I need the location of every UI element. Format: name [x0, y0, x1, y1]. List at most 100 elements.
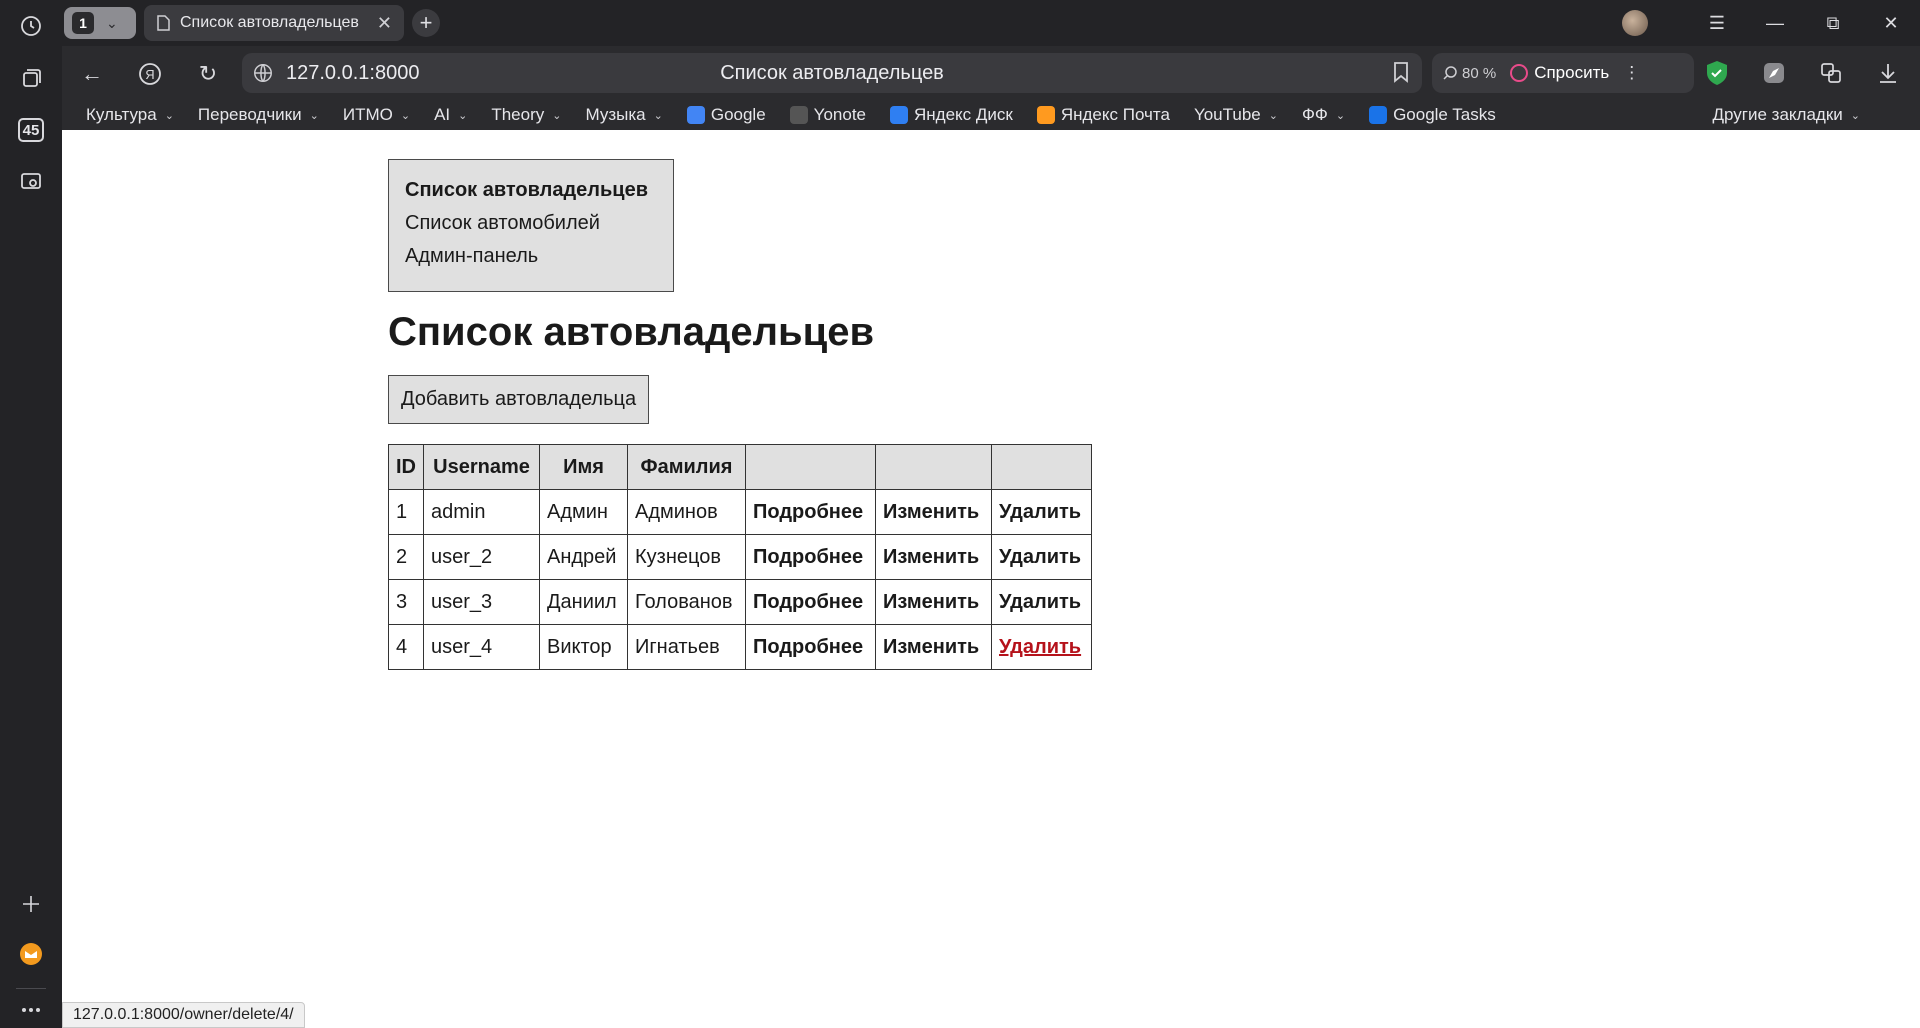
page-content: Список автовладельцев Список автомобилей… [388, 159, 1092, 670]
delete-link[interactable]: Удалить [999, 591, 1081, 613]
details-link[interactable]: Подробнее [753, 591, 863, 613]
bookmark-item[interactable]: Theory ⌄ [491, 105, 561, 125]
bookmark-item[interactable]: Яндекс Почта [1036, 105, 1170, 125]
edit-link[interactable]: Изменить [883, 546, 979, 568]
table-row: 4 user_4 Виктор Игнатьев Подробнее Измен… [388, 624, 1092, 670]
sidebar-divider [16, 988, 46, 989]
details-link[interactable]: Подробнее [753, 501, 863, 523]
cell-id: 3 [388, 579, 424, 625]
bookmark-icon[interactable] [1392, 61, 1410, 83]
delete-link[interactable]: Удалить [999, 501, 1081, 523]
chevron-down-icon: ⌄ [1850, 109, 1860, 122]
restore-icon[interactable]: ⧉ [1804, 13, 1862, 34]
cell-first-name: Даниил [539, 579, 628, 625]
shield-icon[interactable] [1702, 58, 1732, 88]
reload-icon[interactable]: ↻ [192, 58, 224, 90]
delete-link[interactable]: Удалить [999, 546, 1081, 568]
yandex-mail-icon [1036, 106, 1055, 124]
bookmark-label: ИТМО [342, 105, 393, 124]
column-header-edit [875, 444, 992, 490]
bookmark-item[interactable]: YouTube ⌄ [1194, 105, 1278, 125]
zoom-icon [1443, 66, 1457, 80]
tab-count: 1 [72, 12, 94, 34]
chevron-down-icon: ⌄ [106, 14, 118, 31]
column-header-details [745, 444, 876, 490]
chevron-down-icon: ⌄ [653, 109, 663, 122]
bookmark-item[interactable]: ИТМО ⌄ [343, 105, 410, 125]
url-text: 127.0.0.1:8000 [286, 61, 420, 84]
zoom-value: 80 % [1462, 64, 1497, 82]
bookmark-label: Yonote [813, 105, 866, 124]
edit-link[interactable]: Изменить [883, 636, 979, 658]
yandex-icon[interactable]: Я [134, 58, 166, 90]
translate-extension-icon[interactable] [1816, 58, 1846, 88]
bookmark-item[interactable]: ФФ ⌄ [1302, 105, 1345, 125]
google-tasks-icon [1369, 106, 1388, 124]
add-icon[interactable] [15, 888, 47, 920]
bookmark-item[interactable]: Google Tasks [1369, 105, 1496, 125]
bookmark-item[interactable]: Google [686, 105, 766, 125]
other-bookmarks[interactable]: Другие закладки ⌄ [1713, 105, 1860, 125]
cell-username: user_2 [423, 534, 540, 580]
edit-link[interactable]: Изменить [883, 591, 979, 613]
cell-username: user_4 [423, 624, 540, 670]
bookmark-label: Google [710, 105, 766, 124]
owners-table: ID Username Имя Фамилия 1 admin Админ Ад… [388, 444, 1092, 670]
compass-extension-icon[interactable] [1759, 58, 1789, 88]
kebab-menu-icon[interactable]: ⋮ [1623, 63, 1640, 83]
close-tab-icon[interactable]: ✕ [377, 13, 392, 34]
tab-active[interactable]: Список автовладельцев ✕ [144, 5, 404, 41]
more-icon[interactable] [15, 994, 47, 1026]
bookmark-label: ФФ [1301, 105, 1328, 124]
tab-group-button[interactable]: 1 ⌄ [64, 7, 136, 39]
add-owner-button[interactable]: Добавить автовладельца [388, 375, 650, 424]
new-tab-button[interactable]: + [412, 9, 440, 37]
minimize-icon[interactable]: — [1746, 13, 1804, 34]
details-link[interactable]: Подробнее [753, 546, 863, 568]
history-icon[interactable] [15, 10, 47, 42]
page-heading: Список автовладельцев [388, 310, 875, 354]
mail-icon[interactable] [15, 938, 47, 970]
bookmark-item[interactable]: Культура ⌄ [86, 105, 174, 125]
tab-strip: 1 ⌄ Список автовладельцев ✕ + ☰ — ⧉ ✕ [62, 0, 1920, 46]
zoom-indicator[interactable]: 80 % [1442, 65, 1496, 82]
avatar[interactable] [1622, 10, 1648, 36]
back-icon[interactable]: ← [76, 58, 108, 90]
other-bookmarks-label: Другие закладки [1712, 105, 1843, 124]
table-row: 1 admin Админ Админов Подробнее Изменить… [388, 489, 1092, 535]
bookmark-item[interactable]: Музыка ⌄ [585, 105, 662, 125]
bookmark-item[interactable]: Переводчики ⌄ [198, 105, 319, 125]
bookmark-item[interactable]: Яндекс Диск [890, 105, 1013, 125]
cell-last-name: Голованов [627, 579, 746, 625]
table-row: 2 user_2 Андрей Кузнецов Подробнее Измен… [388, 534, 1092, 580]
delete-link-hovered[interactable]: Удалить [999, 636, 1081, 658]
screenshot-icon[interactable] [15, 166, 47, 198]
chevron-down-icon: ⌄ [552, 109, 562, 122]
cell-first-name: Виктор [539, 624, 628, 670]
menu-icon[interactable]: ☰ [1688, 13, 1746, 34]
bookmarks-bar: Культура ⌄ Переводчики ⌄ ИТМО ⌄ AI ⌄ Theory ⌄ Музы… [62, 100, 1920, 130]
google-icon [686, 106, 705, 124]
edit-link[interactable]: Изменить [883, 501, 979, 523]
ask-button[interactable]: Спросить [1510, 63, 1609, 83]
globe-icon [254, 64, 272, 82]
ask-label: Спросить [1534, 63, 1610, 82]
cell-id: 1 [388, 489, 424, 535]
chevron-down-icon: ⌄ [164, 109, 174, 122]
close-window-icon[interactable]: ✕ [1862, 13, 1920, 34]
ask-icon [1510, 64, 1529, 82]
download-icon[interactable] [1873, 58, 1903, 88]
bookmark-item[interactable]: Yonote [789, 105, 866, 125]
address-bar[interactable]: 127.0.0.1:8000 Список автовладельцев [242, 53, 1422, 93]
menu-link-cars[interactable]: Список автомобилей [405, 207, 657, 240]
details-link[interactable]: Подробнее [753, 636, 863, 658]
bookmark-label: Яндекс Диск [914, 105, 1013, 124]
bookmark-item[interactable]: AI ⌄ [434, 105, 467, 125]
notes-icon[interactable]: 45 [15, 114, 47, 146]
collections-icon[interactable] [15, 62, 47, 94]
menu-link-owners[interactable]: Список автовладельцев [405, 174, 657, 207]
column-header-username: Username [423, 444, 540, 490]
chevron-down-icon: ⌄ [400, 109, 411, 122]
menu-link-admin[interactable]: Админ-панель [405, 240, 657, 273]
bookmark-label: YouTube [1193, 105, 1261, 124]
